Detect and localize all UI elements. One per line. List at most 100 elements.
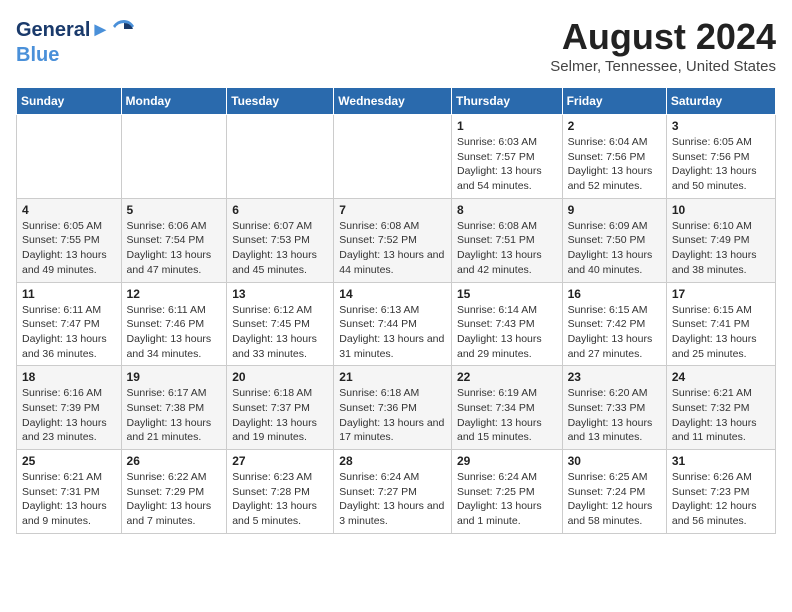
header-tuesday: Tuesday [227, 88, 334, 115]
day-info: Sunrise: 6:05 AMSunset: 7:55 PMDaylight:… [22, 219, 116, 278]
day-number: 30 [568, 454, 661, 468]
day-number: 14 [339, 287, 446, 301]
day-info: Sunrise: 6:23 AMSunset: 7:28 PMDaylight:… [232, 470, 328, 529]
day-info: Sunrise: 6:04 AMSunset: 7:56 PMDaylight:… [568, 135, 661, 194]
calendar-cell: 3 Sunrise: 6:05 AMSunset: 7:56 PMDayligh… [666, 115, 775, 199]
calendar-cell: 9 Sunrise: 6:09 AMSunset: 7:50 PMDayligh… [562, 198, 666, 282]
day-number: 15 [457, 287, 557, 301]
day-info: Sunrise: 6:07 AMSunset: 7:53 PMDaylight:… [232, 219, 328, 278]
calendar-cell: 10 Sunrise: 6:10 AMSunset: 7:49 PMDaylig… [666, 198, 775, 282]
calendar-cell: 25 Sunrise: 6:21 AMSunset: 7:31 PMDaylig… [17, 450, 122, 534]
day-number: 28 [339, 454, 446, 468]
calendar-cell: 8 Sunrise: 6:08 AMSunset: 7:51 PMDayligh… [451, 198, 562, 282]
day-number: 22 [457, 370, 557, 384]
day-number: 26 [127, 454, 222, 468]
day-info: Sunrise: 6:08 AMSunset: 7:51 PMDaylight:… [457, 219, 557, 278]
calendar-week-1: 1 Sunrise: 6:03 AMSunset: 7:57 PMDayligh… [17, 115, 776, 199]
calendar-cell: 24 Sunrise: 6:21 AMSunset: 7:32 PMDaylig… [666, 366, 775, 450]
header-saturday: Saturday [666, 88, 775, 115]
calendar-cell: 7 Sunrise: 6:08 AMSunset: 7:52 PMDayligh… [334, 198, 452, 282]
calendar-cell: 5 Sunrise: 6:06 AMSunset: 7:54 PMDayligh… [121, 198, 227, 282]
calendar-cell: 30 Sunrise: 6:25 AMSunset: 7:24 PMDaylig… [562, 450, 666, 534]
day-number: 27 [232, 454, 328, 468]
calendar-cell: 27 Sunrise: 6:23 AMSunset: 7:28 PMDaylig… [227, 450, 334, 534]
day-number: 2 [568, 119, 661, 133]
day-number: 9 [568, 203, 661, 217]
calendar-cell [334, 115, 452, 199]
header-monday: Monday [121, 88, 227, 115]
day-number: 8 [457, 203, 557, 217]
calendar-cell: 4 Sunrise: 6:05 AMSunset: 7:55 PMDayligh… [17, 198, 122, 282]
day-info: Sunrise: 6:21 AMSunset: 7:32 PMDaylight:… [672, 386, 770, 445]
calendar-cell: 20 Sunrise: 6:18 AMSunset: 7:37 PMDaylig… [227, 366, 334, 450]
calendar-cell: 11 Sunrise: 6:11 AMSunset: 7:47 PMDaylig… [17, 282, 122, 366]
day-info: Sunrise: 6:20 AMSunset: 7:33 PMDaylight:… [568, 386, 661, 445]
calendar-cell: 28 Sunrise: 6:24 AMSunset: 7:27 PMDaylig… [334, 450, 452, 534]
day-number: 11 [22, 287, 116, 301]
day-info: Sunrise: 6:18 AMSunset: 7:37 PMDaylight:… [232, 386, 328, 445]
calendar-cell: 6 Sunrise: 6:07 AMSunset: 7:53 PMDayligh… [227, 198, 334, 282]
calendar-week-2: 4 Sunrise: 6:05 AMSunset: 7:55 PMDayligh… [17, 198, 776, 282]
day-number: 24 [672, 370, 770, 384]
day-info: Sunrise: 6:15 AMSunset: 7:42 PMDaylight:… [568, 303, 661, 362]
day-info: Sunrise: 6:21 AMSunset: 7:31 PMDaylight:… [22, 470, 116, 529]
logo: General► Blue [16, 16, 138, 66]
calendar-week-5: 25 Sunrise: 6:21 AMSunset: 7:31 PMDaylig… [17, 450, 776, 534]
day-info: Sunrise: 6:22 AMSunset: 7:29 PMDaylight:… [127, 470, 222, 529]
calendar-cell: 16 Sunrise: 6:15 AMSunset: 7:42 PMDaylig… [562, 282, 666, 366]
day-info: Sunrise: 6:11 AMSunset: 7:47 PMDaylight:… [22, 303, 116, 362]
day-info: Sunrise: 6:24 AMSunset: 7:25 PMDaylight:… [457, 470, 557, 529]
day-number: 20 [232, 370, 328, 384]
logo-icon [110, 16, 138, 44]
day-number: 4 [22, 203, 116, 217]
day-number: 13 [232, 287, 328, 301]
day-info: Sunrise: 6:03 AMSunset: 7:57 PMDaylight:… [457, 135, 557, 194]
day-number: 25 [22, 454, 116, 468]
day-info: Sunrise: 6:16 AMSunset: 7:39 PMDaylight:… [22, 386, 116, 445]
day-info: Sunrise: 6:14 AMSunset: 7:43 PMDaylight:… [457, 303, 557, 362]
calendar-cell: 17 Sunrise: 6:15 AMSunset: 7:41 PMDaylig… [666, 282, 775, 366]
day-number: 10 [672, 203, 770, 217]
day-number: 6 [232, 203, 328, 217]
day-number: 3 [672, 119, 770, 133]
day-number: 21 [339, 370, 446, 384]
day-info: Sunrise: 6:17 AMSunset: 7:38 PMDaylight:… [127, 386, 222, 445]
day-info: Sunrise: 6:12 AMSunset: 7:45 PMDaylight:… [232, 303, 328, 362]
page-title: August 2024 [550, 16, 776, 58]
day-number: 17 [672, 287, 770, 301]
page-subtitle: Selmer, Tennessee, United States [550, 58, 776, 75]
day-info: Sunrise: 6:18 AMSunset: 7:36 PMDaylight:… [339, 386, 446, 445]
header-wednesday: Wednesday [334, 88, 452, 115]
calendar-cell: 15 Sunrise: 6:14 AMSunset: 7:43 PMDaylig… [451, 282, 562, 366]
day-info: Sunrise: 6:10 AMSunset: 7:49 PMDaylight:… [672, 219, 770, 278]
calendar-cell [121, 115, 227, 199]
day-info: Sunrise: 6:24 AMSunset: 7:27 PMDaylight:… [339, 470, 446, 529]
calendar-cell: 22 Sunrise: 6:19 AMSunset: 7:34 PMDaylig… [451, 366, 562, 450]
day-number: 19 [127, 370, 222, 384]
calendar-cell: 1 Sunrise: 6:03 AMSunset: 7:57 PMDayligh… [451, 115, 562, 199]
calendar-cell: 19 Sunrise: 6:17 AMSunset: 7:38 PMDaylig… [121, 366, 227, 450]
title-block: August 2024 Selmer, Tennessee, United St… [550, 16, 776, 75]
day-info: Sunrise: 6:15 AMSunset: 7:41 PMDaylight:… [672, 303, 770, 362]
calendar-cell: 29 Sunrise: 6:24 AMSunset: 7:25 PMDaylig… [451, 450, 562, 534]
calendar-week-4: 18 Sunrise: 6:16 AMSunset: 7:39 PMDaylig… [17, 366, 776, 450]
day-info: Sunrise: 6:11 AMSunset: 7:46 PMDaylight:… [127, 303, 222, 362]
day-info: Sunrise: 6:08 AMSunset: 7:52 PMDaylight:… [339, 219, 446, 278]
calendar-cell: 12 Sunrise: 6:11 AMSunset: 7:46 PMDaylig… [121, 282, 227, 366]
calendar-week-3: 11 Sunrise: 6:11 AMSunset: 7:47 PMDaylig… [17, 282, 776, 366]
calendar-cell: 23 Sunrise: 6:20 AMSunset: 7:33 PMDaylig… [562, 366, 666, 450]
day-number: 5 [127, 203, 222, 217]
day-number: 29 [457, 454, 557, 468]
calendar-cell: 21 Sunrise: 6:18 AMSunset: 7:36 PMDaylig… [334, 366, 452, 450]
day-number: 16 [568, 287, 661, 301]
page-header: General► Blue August 2024 Selmer, Tennes… [16, 16, 776, 75]
calendar-cell: 2 Sunrise: 6:04 AMSunset: 7:56 PMDayligh… [562, 115, 666, 199]
day-number: 18 [22, 370, 116, 384]
calendar-table: Sunday Monday Tuesday Wednesday Thursday… [16, 87, 776, 534]
header-thursday: Thursday [451, 88, 562, 115]
calendar-cell: 31 Sunrise: 6:26 AMSunset: 7:23 PMDaylig… [666, 450, 775, 534]
calendar-cell: 14 Sunrise: 6:13 AMSunset: 7:44 PMDaylig… [334, 282, 452, 366]
logo-blue: Blue [16, 44, 138, 66]
calendar-cell: 18 Sunrise: 6:16 AMSunset: 7:39 PMDaylig… [17, 366, 122, 450]
day-number: 1 [457, 119, 557, 133]
